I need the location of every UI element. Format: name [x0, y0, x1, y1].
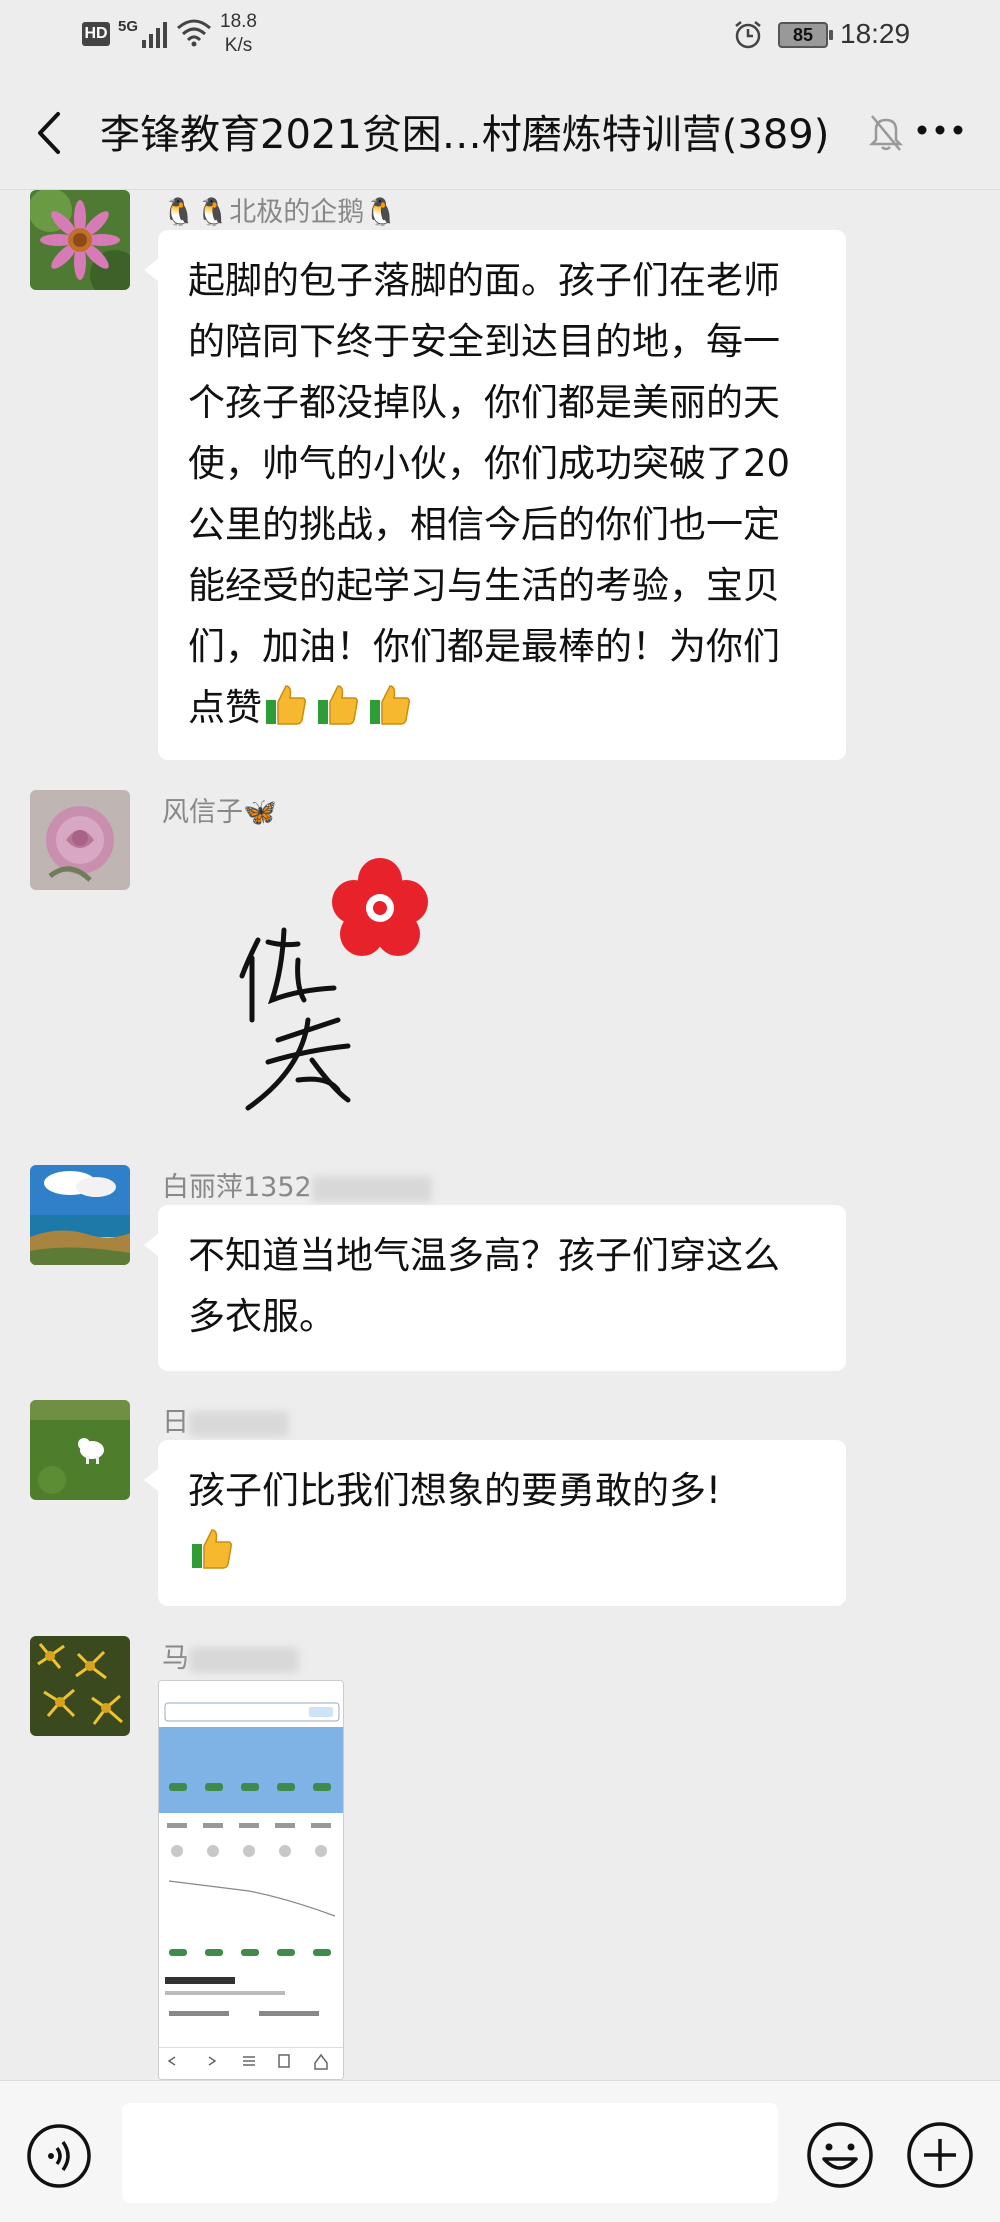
penguin-emoji: 🐧	[364, 197, 398, 228]
emoji-icon[interactable]	[806, 2121, 874, 2189]
status-bar: HD 5G 18.8 K/s 85 18:29	[0, 0, 1000, 70]
image-message-weather-screenshot[interactable]	[158, 1680, 344, 2080]
speed-value: 18.8	[220, 11, 257, 32]
battery-indicator: 85	[778, 22, 833, 48]
sender-name: 白丽萍1352	[162, 1165, 432, 1204]
redacted-blur	[311, 1175, 432, 1202]
network-speed: 18.8 K/s	[220, 10, 257, 58]
redacted-blur	[189, 1646, 299, 1673]
sender-name-text: 日	[162, 1407, 189, 1438]
sender-name-text: 马	[162, 1643, 189, 1674]
avatar[interactable]	[30, 1165, 130, 1265]
voice-icon[interactable]	[26, 2123, 92, 2189]
sender-name-text: 白丽萍1352	[162, 1172, 312, 1203]
sender-name: 风信子🦋	[162, 790, 277, 829]
hd-indicator: HD	[82, 22, 110, 46]
chat-title: 李锋教育2021贫困…村磨炼特训营(389)	[100, 112, 830, 158]
clock: 18:29	[840, 18, 911, 49]
message-bubble[interactable]: 起脚的包子落脚的面。孩子们在老师的陪同下终于安全到达目的地，每一个孩子都没掉队，…	[144, 230, 846, 760]
thumbs-up-emoji	[266, 685, 306, 725]
speed-unit: K/s	[224, 35, 253, 56]
sender-name-text: 风信子	[162, 797, 243, 828]
bell-muted-icon	[868, 115, 904, 151]
input-toolbar	[0, 2080, 1000, 2222]
thumbs-up-emoji	[318, 685, 358, 725]
alarm-icon	[735, 21, 761, 49]
avatar[interactable]	[30, 190, 130, 290]
avatar[interactable]	[30, 1636, 130, 1736]
sender-name-text: 北极的企鹅	[229, 197, 365, 228]
message-text: 不知道当地气温多高？孩子们穿这么多衣服。	[188, 1234, 780, 1338]
more-dots-icon[interactable]	[910, 118, 970, 142]
thumbs-up-emoji	[192, 1529, 232, 1569]
butterfly-emoji: 🦋	[243, 797, 277, 828]
network-type: 5G	[118, 18, 139, 35]
avatar[interactable]	[30, 790, 130, 890]
sticker-image[interactable]: 优秀	[238, 850, 438, 1120]
message-bubble[interactable]: 不知道当地气温多高？孩子们穿这么多衣服。	[144, 1205, 846, 1371]
signal-icon	[142, 22, 167, 48]
message-text: 起脚的包子落脚的面。孩子们在老师的陪同下终于安全到达目的地，每一个孩子都没掉队，…	[188, 259, 791, 729]
message-bubble[interactable]: 孩子们比我们想象的要勇敢的多!	[144, 1440, 846, 1606]
avatar[interactable]	[30, 1400, 130, 1500]
sender-name: 🐧🐧北极的企鹅🐧	[162, 190, 398, 229]
chat-header: 李锋教育2021贫困…村磨炼特训营(389)	[0, 70, 1000, 190]
message-input[interactable]	[122, 2103, 778, 2203]
wifi-icon	[177, 19, 211, 47]
sticker-text: 优秀	[238, 850, 240, 851]
penguin-emoji: 🐧🐧	[162, 197, 230, 228]
redacted-blur	[189, 1410, 289, 1437]
back-chevron-left-icon[interactable]	[30, 108, 70, 158]
plus-icon[interactable]	[906, 2121, 974, 2189]
message-text: 孩子们比我们想象的要勇敢的多!	[188, 1469, 721, 1512]
sender-name: 马	[162, 1636, 299, 1675]
sender-name: 日	[162, 1400, 289, 1439]
thumbs-up-emoji	[370, 685, 410, 725]
